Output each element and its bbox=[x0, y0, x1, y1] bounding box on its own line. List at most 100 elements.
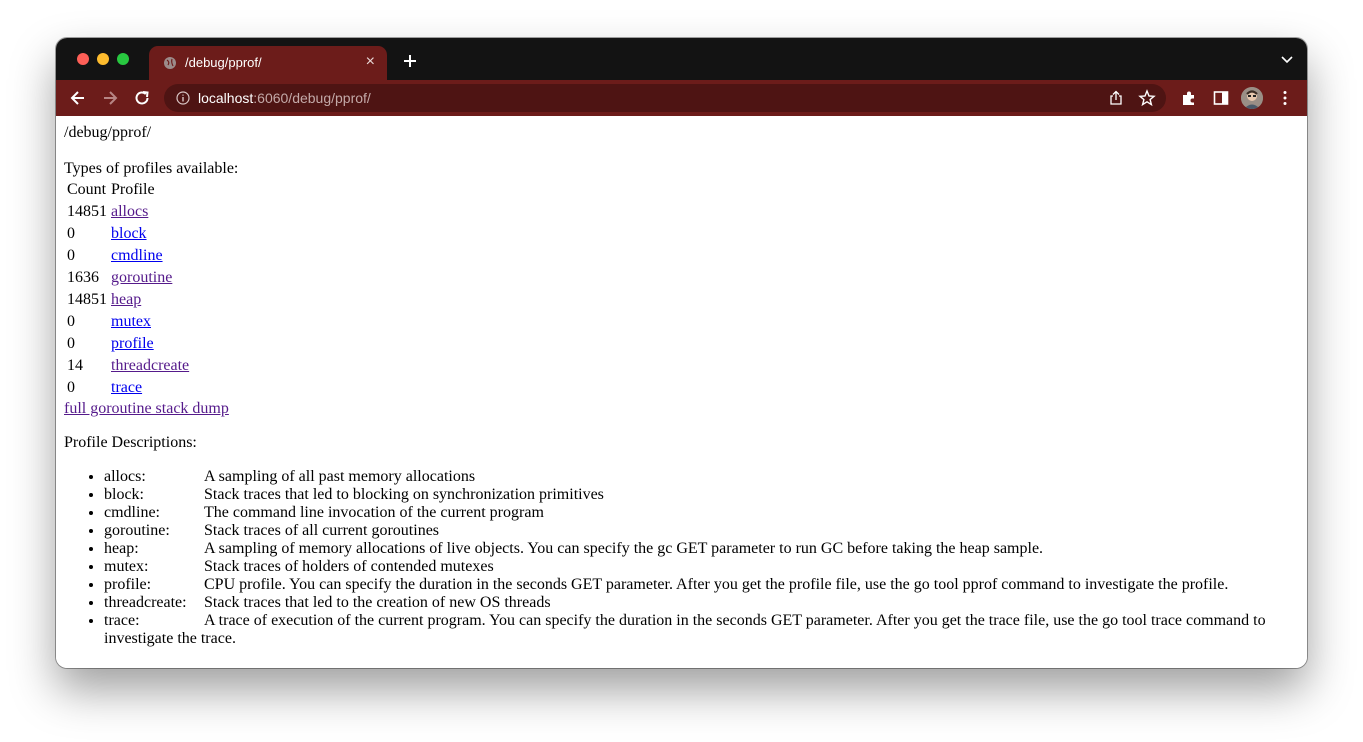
table-row: 0 block bbox=[66, 224, 190, 244]
tab-search-chevron-icon[interactable] bbox=[1281, 55, 1293, 65]
profile-count: 0 bbox=[67, 379, 75, 396]
description-name: threadcreate: bbox=[104, 594, 187, 611]
profile-count: 14 bbox=[67, 357, 83, 374]
list-item: trace:A trace of execution of the curren… bbox=[104, 612, 1274, 648]
table-row: 14851 allocs bbox=[66, 202, 190, 222]
description-text: Stack traces of holders of contended mut… bbox=[204, 558, 494, 575]
profile-cell: goroutine bbox=[110, 268, 190, 288]
profile-cell: heap bbox=[110, 290, 190, 310]
share-icon[interactable] bbox=[1108, 90, 1124, 106]
description-name: block: bbox=[104, 486, 144, 503]
table-header-row: Count Profile bbox=[66, 180, 190, 200]
address-bar[interactable]: localhost:6060/debug/pprof/ bbox=[164, 84, 1166, 112]
profile-cell: cmdline bbox=[110, 246, 190, 266]
list-item: block: Stack traces that led to blocking … bbox=[104, 486, 1274, 504]
tab-strip: /debug/pprof/ × bbox=[56, 38, 1307, 80]
profile-link-cmdline[interactable]: cmdline bbox=[111, 247, 163, 264]
table-row: 0 profile bbox=[66, 334, 190, 354]
description-name: mutex: bbox=[104, 558, 149, 575]
avatar-person-icon bbox=[1241, 87, 1263, 109]
table-row: 0 mutex bbox=[66, 312, 190, 332]
profile-count: 14851 bbox=[67, 203, 107, 220]
table-row: 0 trace bbox=[66, 378, 190, 398]
profile-link-heap[interactable]: heap bbox=[111, 291, 141, 308]
table-row: 0 cmdline bbox=[66, 246, 190, 266]
back-arrow-icon[interactable] bbox=[69, 89, 87, 107]
list-item: cmdline: The command line invocation of t… bbox=[104, 504, 1274, 522]
profile-count: 0 bbox=[67, 225, 75, 242]
profile-link-block[interactable]: block bbox=[111, 225, 147, 242]
new-tab-plus-icon[interactable] bbox=[401, 52, 419, 70]
page-title: /debug/pprof/ bbox=[64, 124, 152, 141]
profile-avatar[interactable] bbox=[1241, 87, 1263, 109]
tab-active[interactable]: /debug/pprof/ × bbox=[149, 46, 387, 80]
url-host: localhost bbox=[198, 90, 254, 106]
profiles-table: Count Profile 14851 allocs 0 block 0 cmdline 1… bbox=[64, 178, 192, 400]
globe-icon bbox=[164, 57, 176, 69]
list-item: goroutine: Stack traces of all current go… bbox=[104, 522, 1274, 540]
profile-link-threadcreate[interactable]: threadcreate bbox=[111, 357, 189, 374]
profile-link-profile[interactable]: profile bbox=[111, 335, 154, 352]
description-name: heap: bbox=[104, 540, 139, 557]
table-row: 14851 heap bbox=[66, 290, 190, 310]
list-item: threadcreate: Stack traces that led to th… bbox=[104, 594, 1274, 612]
url-path: :6060/debug/pprof/ bbox=[253, 90, 371, 106]
description-text: A sampling of memory allocations of live… bbox=[204, 540, 1044, 557]
profile-link-trace[interactable]: trace bbox=[111, 379, 142, 396]
list-item: allocs: A sampling of all past memory all… bbox=[104, 468, 1274, 486]
profile-descriptions-heading: Profile Descriptions: bbox=[64, 434, 197, 451]
description-name: allocs: bbox=[104, 468, 146, 485]
table-row: 14 threadcreate bbox=[66, 356, 190, 376]
browser-window: /debug/pprof/ × localhost:6060/debug/ppr… bbox=[56, 38, 1307, 668]
profile-cell: block bbox=[110, 224, 190, 244]
profile-cell: trace bbox=[110, 378, 190, 398]
more-vertical-icon[interactable] bbox=[1276, 89, 1294, 107]
profile-cell: profile bbox=[110, 334, 190, 354]
profile-link-allocs[interactable]: allocs bbox=[111, 203, 148, 220]
close-window-button[interactable] bbox=[77, 53, 89, 65]
page-content: /debug/pprof/ Types of profiles availabl… bbox=[56, 116, 1307, 668]
description-name: goroutine: bbox=[104, 522, 170, 539]
site-info-icon[interactable] bbox=[176, 91, 190, 105]
url-text: localhost:6060/debug/pprof/ bbox=[198, 90, 371, 106]
reload-icon[interactable] bbox=[133, 89, 151, 107]
description-name: trace: bbox=[104, 612, 140, 629]
profile-count: 0 bbox=[67, 313, 75, 330]
tab-close-icon[interactable]: × bbox=[366, 53, 375, 71]
description-text: Stack traces that led to blocking on syn… bbox=[204, 486, 604, 503]
profile-descriptions-list: allocs: A sampling of all past memory all… bbox=[64, 468, 1274, 648]
list-item: heap: A sampling of memory allocations of… bbox=[104, 540, 1274, 558]
profile-cell: mutex bbox=[110, 312, 190, 332]
list-item: profile: CPU profile. You can specify the… bbox=[104, 576, 1274, 594]
profile-count: 0 bbox=[67, 335, 75, 352]
forward-arrow-icon[interactable] bbox=[101, 89, 119, 107]
minimize-window-button[interactable] bbox=[97, 53, 109, 65]
description-text: CPU profile. You can specify the duratio… bbox=[204, 576, 1229, 593]
side-panel-icon[interactable] bbox=[1212, 89, 1230, 107]
profile-types-heading: Types of profiles available: bbox=[64, 160, 239, 177]
list-item: mutex: Stack traces of holders of contend… bbox=[104, 558, 1274, 576]
description-text: Stack traces of all current goroutines bbox=[204, 522, 440, 539]
profile-link-mutex[interactable]: mutex bbox=[111, 313, 151, 330]
description-text: A sampling of all past memory allocation… bbox=[204, 468, 476, 485]
extensions-puzzle-icon[interactable] bbox=[1180, 89, 1198, 107]
description-name: cmdline: bbox=[104, 504, 160, 521]
browser-toolbar: localhost:6060/debug/pprof/ bbox=[56, 80, 1307, 116]
description-name: profile: bbox=[104, 576, 152, 593]
profile-link-goroutine[interactable]: goroutine bbox=[111, 269, 172, 286]
profile-count: 0 bbox=[67, 247, 75, 264]
profile-count: 14851 bbox=[67, 291, 107, 308]
full-goroutine-stack-dump-link[interactable]: full goroutine stack dump bbox=[64, 400, 229, 418]
bookmark-star-icon[interactable] bbox=[1138, 89, 1156, 107]
description-text: The command line invocation of the curre… bbox=[204, 504, 544, 521]
profile-cell: allocs bbox=[110, 202, 190, 222]
tab-title: /debug/pprof/ bbox=[185, 55, 262, 70]
description-text: A trace of execution of the current prog… bbox=[104, 612, 1266, 647]
table-row: 1636 goroutine bbox=[66, 268, 190, 288]
profile-column-header: Profile bbox=[111, 181, 155, 198]
profile-cell: threadcreate bbox=[110, 356, 190, 376]
profile-count: 1636 bbox=[67, 269, 99, 286]
fullscreen-window-button[interactable] bbox=[117, 53, 129, 65]
count-column-header: Count bbox=[67, 181, 107, 198]
description-text: Stack traces that led to the creation of… bbox=[204, 594, 551, 611]
